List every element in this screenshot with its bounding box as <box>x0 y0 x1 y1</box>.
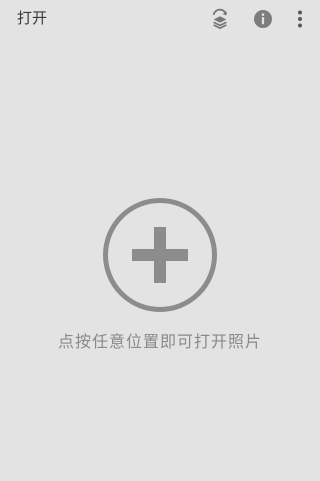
page-title: 打开 <box>17 9 48 27</box>
open-photo-hint: 点按任意位置即可打开照片 <box>57 332 262 351</box>
more-options-button[interactable] <box>287 6 313 32</box>
open-photo-area[interactable]: 点按任意位置即可打开照片 <box>0 38 320 481</box>
layers-rotate-icon <box>212 8 227 30</box>
add-photo-button[interactable] <box>102 197 218 313</box>
more-vert-icon <box>298 10 302 28</box>
top-app-bar: 打开 <box>0 0 320 38</box>
app-screen: 打开 点按任意位置即可打开照片 <box>0 0 320 481</box>
add-circle-icon <box>103 198 217 312</box>
layers-button[interactable] <box>207 6 233 32</box>
info-icon <box>254 10 272 28</box>
info-button[interactable] <box>250 6 276 32</box>
